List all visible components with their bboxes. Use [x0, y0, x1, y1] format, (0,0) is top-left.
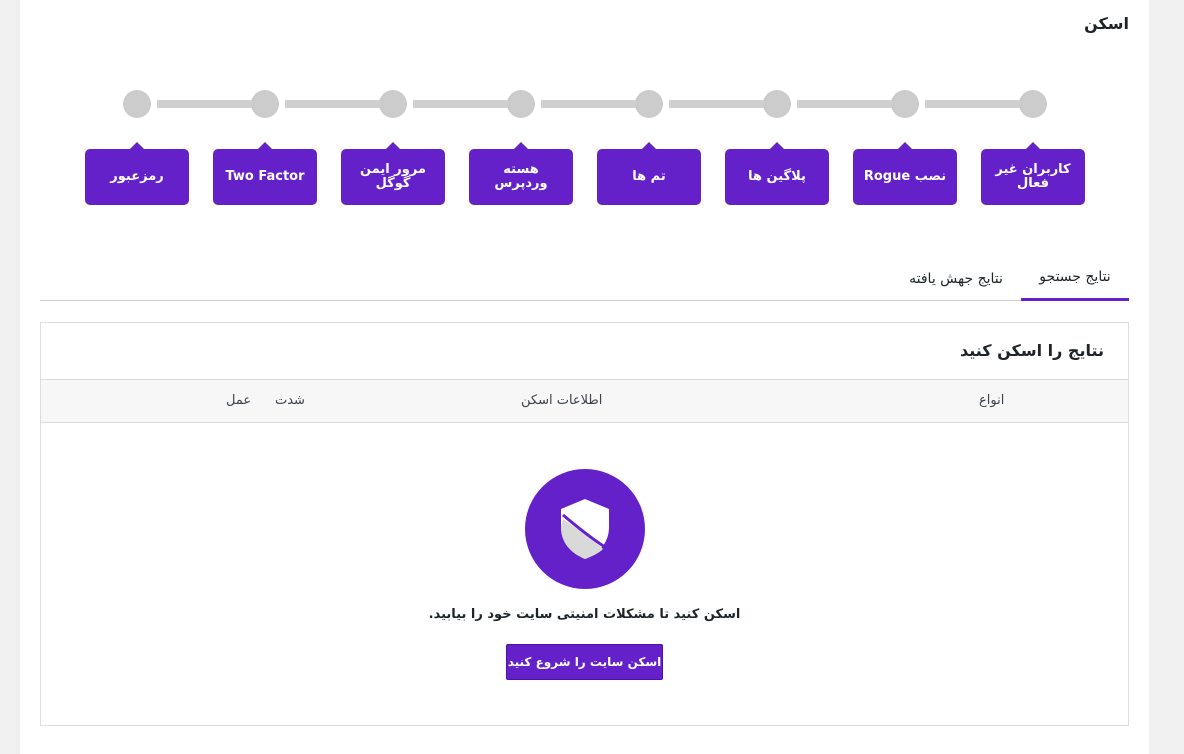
page-title: اسکن: [1084, 14, 1129, 33]
step-dot-6: [379, 90, 407, 118]
column-scan-info: اطلاعات اسکن: [521, 393, 603, 408]
step-connector: [285, 100, 387, 108]
step-connector: [413, 100, 515, 108]
step-connector: [669, 100, 771, 108]
column-severity: شدت: [275, 393, 305, 408]
scan-panel: اسکن کاربران غیر فعال نصب Rogue پلاگین ه…: [20, 0, 1149, 754]
step-dot-7: [251, 90, 279, 118]
step-dot-5: [507, 90, 535, 118]
step-connector: [925, 100, 1027, 108]
step-connector: [157, 100, 259, 108]
step-connector: [797, 100, 899, 108]
step-wordpress-core: هسته وردپرس: [469, 142, 573, 205]
column-action: عمل: [226, 393, 252, 408]
step-dot-3: [763, 90, 791, 118]
step-themes: تم ها: [597, 142, 701, 205]
step-two-factor: Two Factor: [213, 142, 317, 205]
tab-search-results[interactable]: نتایج جستجو: [1021, 256, 1129, 301]
step-dot-2: [891, 90, 919, 118]
step-dot-8: [123, 90, 151, 118]
step-plugins: پلاگین ها: [725, 142, 829, 205]
results-title: نتایج را اسکن کنید: [959, 341, 1104, 360]
scan-results-box: نتایج را اسکن کنید انواع اطلاعات اسکن شد…: [40, 322, 1129, 726]
step-dot-1: [1019, 90, 1047, 118]
step-google-safe-browsing: مرور ایمن گوگل: [341, 142, 445, 205]
shield-icon: [525, 469, 645, 589]
step-password: رمزعبور: [85, 142, 189, 205]
start-scan-button[interactable]: اسکن سایت را شروع کنید: [506, 644, 663, 680]
step-connector: [541, 100, 643, 108]
column-types: انواع: [979, 393, 1005, 408]
step-inactive-users: کاربران غیر فعال: [981, 142, 1085, 205]
step-rogue-install: نصب Rogue: [853, 142, 957, 205]
table-header: انواع اطلاعات اسکن شدت عمل: [41, 379, 1128, 423]
step-dot-4: [635, 90, 663, 118]
tab-mutation-results[interactable]: نتایج جهش یافته: [898, 256, 1014, 301]
empty-state-message: اسکن کنید تا مشکلات امنیتی سایت خود را ب…: [428, 607, 741, 622]
